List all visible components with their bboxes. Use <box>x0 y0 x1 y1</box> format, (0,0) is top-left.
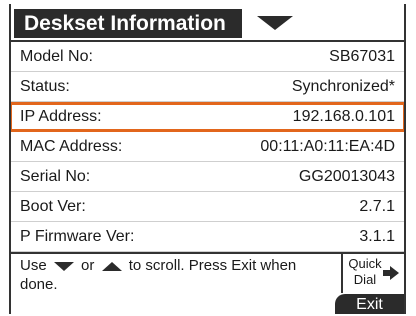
row-value: 2.7.1 <box>359 197 395 215</box>
row-value: SB67031 <box>329 47 395 65</box>
help-text-part: or <box>81 257 95 274</box>
row-label: IP Address: <box>20 108 102 125</box>
list-item-firmware-ver[interactable]: P Firmware Ver: 3.1.1 <box>11 222 404 252</box>
header: Deskset Information <box>11 4 404 41</box>
row-value: GG20013043 <box>298 167 395 185</box>
row-label: Status: <box>20 77 70 95</box>
triangle-down-icon[interactable] <box>257 16 293 30</box>
info-list: Model No: SB67031 Status: Synchronized* … <box>11 42 404 252</box>
help-text: Use or to scroll. Press Exit when done. <box>20 256 320 294</box>
arrow-right-icon <box>383 266 399 280</box>
arrow-up-icon <box>101 261 122 271</box>
row-value: Synchronized* <box>291 77 395 95</box>
exit-button[interactable]: Exit <box>335 294 404 314</box>
row-label: Boot Ver: <box>20 197 86 215</box>
list-item-mac-address[interactable]: MAC Address: 00:11:A0:11:EA:4D <box>11 132 404 162</box>
list-item-status[interactable]: Status: Synchronized* <box>11 72 404 102</box>
list-item-ip-address[interactable]: IP Address: 192.168.0.101 <box>11 102 404 132</box>
quick-dial-button[interactable]: Quick Dial <box>341 254 403 293</box>
row-value: 3.1.1 <box>359 227 395 245</box>
deskset-screen: Deskset Information Model No: SB67031 St… <box>9 4 406 314</box>
quick-dial-label: Quick Dial <box>348 256 382 287</box>
list-item-model[interactable]: Model No: SB67031 <box>11 42 404 72</box>
row-label: MAC Address: <box>20 137 123 155</box>
row-label: P Firmware Ver: <box>20 227 135 245</box>
row-value: 00:11:A0:11:EA:4D <box>260 137 395 155</box>
list-item-serial[interactable]: Serial No: GG20013043 <box>11 162 404 192</box>
row-label: Model No: <box>20 47 93 65</box>
page-title: Deskset Information <box>14 9 242 38</box>
help-text-part: Use <box>20 257 47 274</box>
row-value: 192.168.0.101 <box>292 108 395 125</box>
row-label: Serial No: <box>20 167 91 185</box>
list-item-boot-ver[interactable]: Boot Ver: 2.7.1 <box>11 192 404 222</box>
arrow-down-icon <box>53 261 74 271</box>
